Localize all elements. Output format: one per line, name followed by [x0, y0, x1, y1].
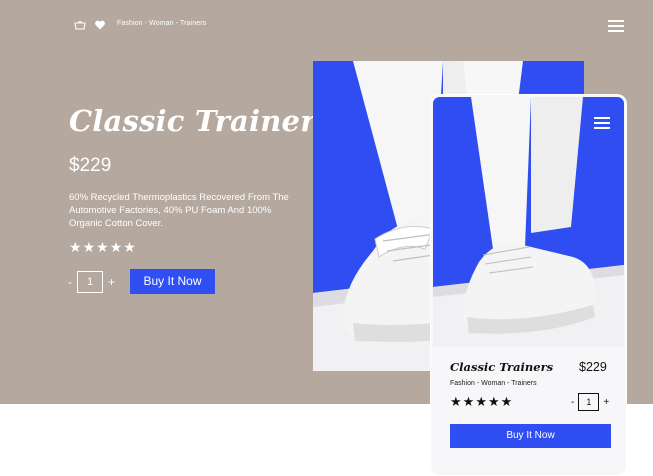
card-product-title: Classic Trainers [450, 360, 554, 374]
menu-icon[interactable] [608, 20, 624, 32]
buy-now-button[interactable]: Buy It Now [130, 269, 215, 294]
star-icon: ★ [500, 394, 513, 409]
card-buy-now-button[interactable]: Buy It Now [450, 424, 611, 448]
star-icon: ★ [109, 239, 123, 255]
star-icon: ★ [123, 239, 136, 255]
card-trainer-illustration [433, 97, 624, 347]
card-decrease-button[interactable]: - [571, 397, 574, 408]
card-breadcrumb[interactable]: Fashion - Woman - Trainers [450, 380, 537, 387]
breadcrumb[interactable]: Fashion - Woman - Trainers [117, 20, 206, 27]
card-menu-icon[interactable] [594, 117, 610, 129]
quantity-field[interactable]: 1 [77, 271, 103, 293]
card-rating-stars: ★ ★ ★ ★ ★ [450, 395, 512, 408]
product-price: $229 [69, 155, 112, 176]
basket-icon[interactable] [74, 19, 86, 31]
decrease-button[interactable]: - [68, 275, 72, 289]
star-icon: ★ [475, 394, 487, 409]
rating-stars: ★ ★ ★ ★ ★ [69, 240, 136, 254]
star-icon: ★ [69, 239, 82, 255]
increase-button[interactable]: + [108, 275, 115, 289]
star-icon: ★ [96, 239, 109, 255]
star-icon: ★ [462, 394, 475, 409]
card-quantity-stepper: - 1 + [571, 393, 609, 411]
card-quantity-field[interactable]: 1 [578, 393, 600, 411]
product-description: 60% Recycled Thermoplastics Recovered Fr… [69, 192, 289, 229]
quantity-stepper: - 1 + [68, 271, 115, 293]
card-product-photo [433, 97, 624, 347]
heart-icon[interactable] [94, 19, 106, 31]
mobile-preview-card [431, 95, 626, 475]
product-title: Classic Trainers [69, 104, 333, 138]
star-icon: ★ [487, 394, 500, 409]
star-icon: ★ [82, 239, 96, 255]
header-icons [74, 18, 106, 32]
card-product-price: $229 [579, 360, 607, 374]
star-icon: ★ [450, 394, 462, 409]
card-increase-button[interactable]: + [603, 397, 609, 408]
